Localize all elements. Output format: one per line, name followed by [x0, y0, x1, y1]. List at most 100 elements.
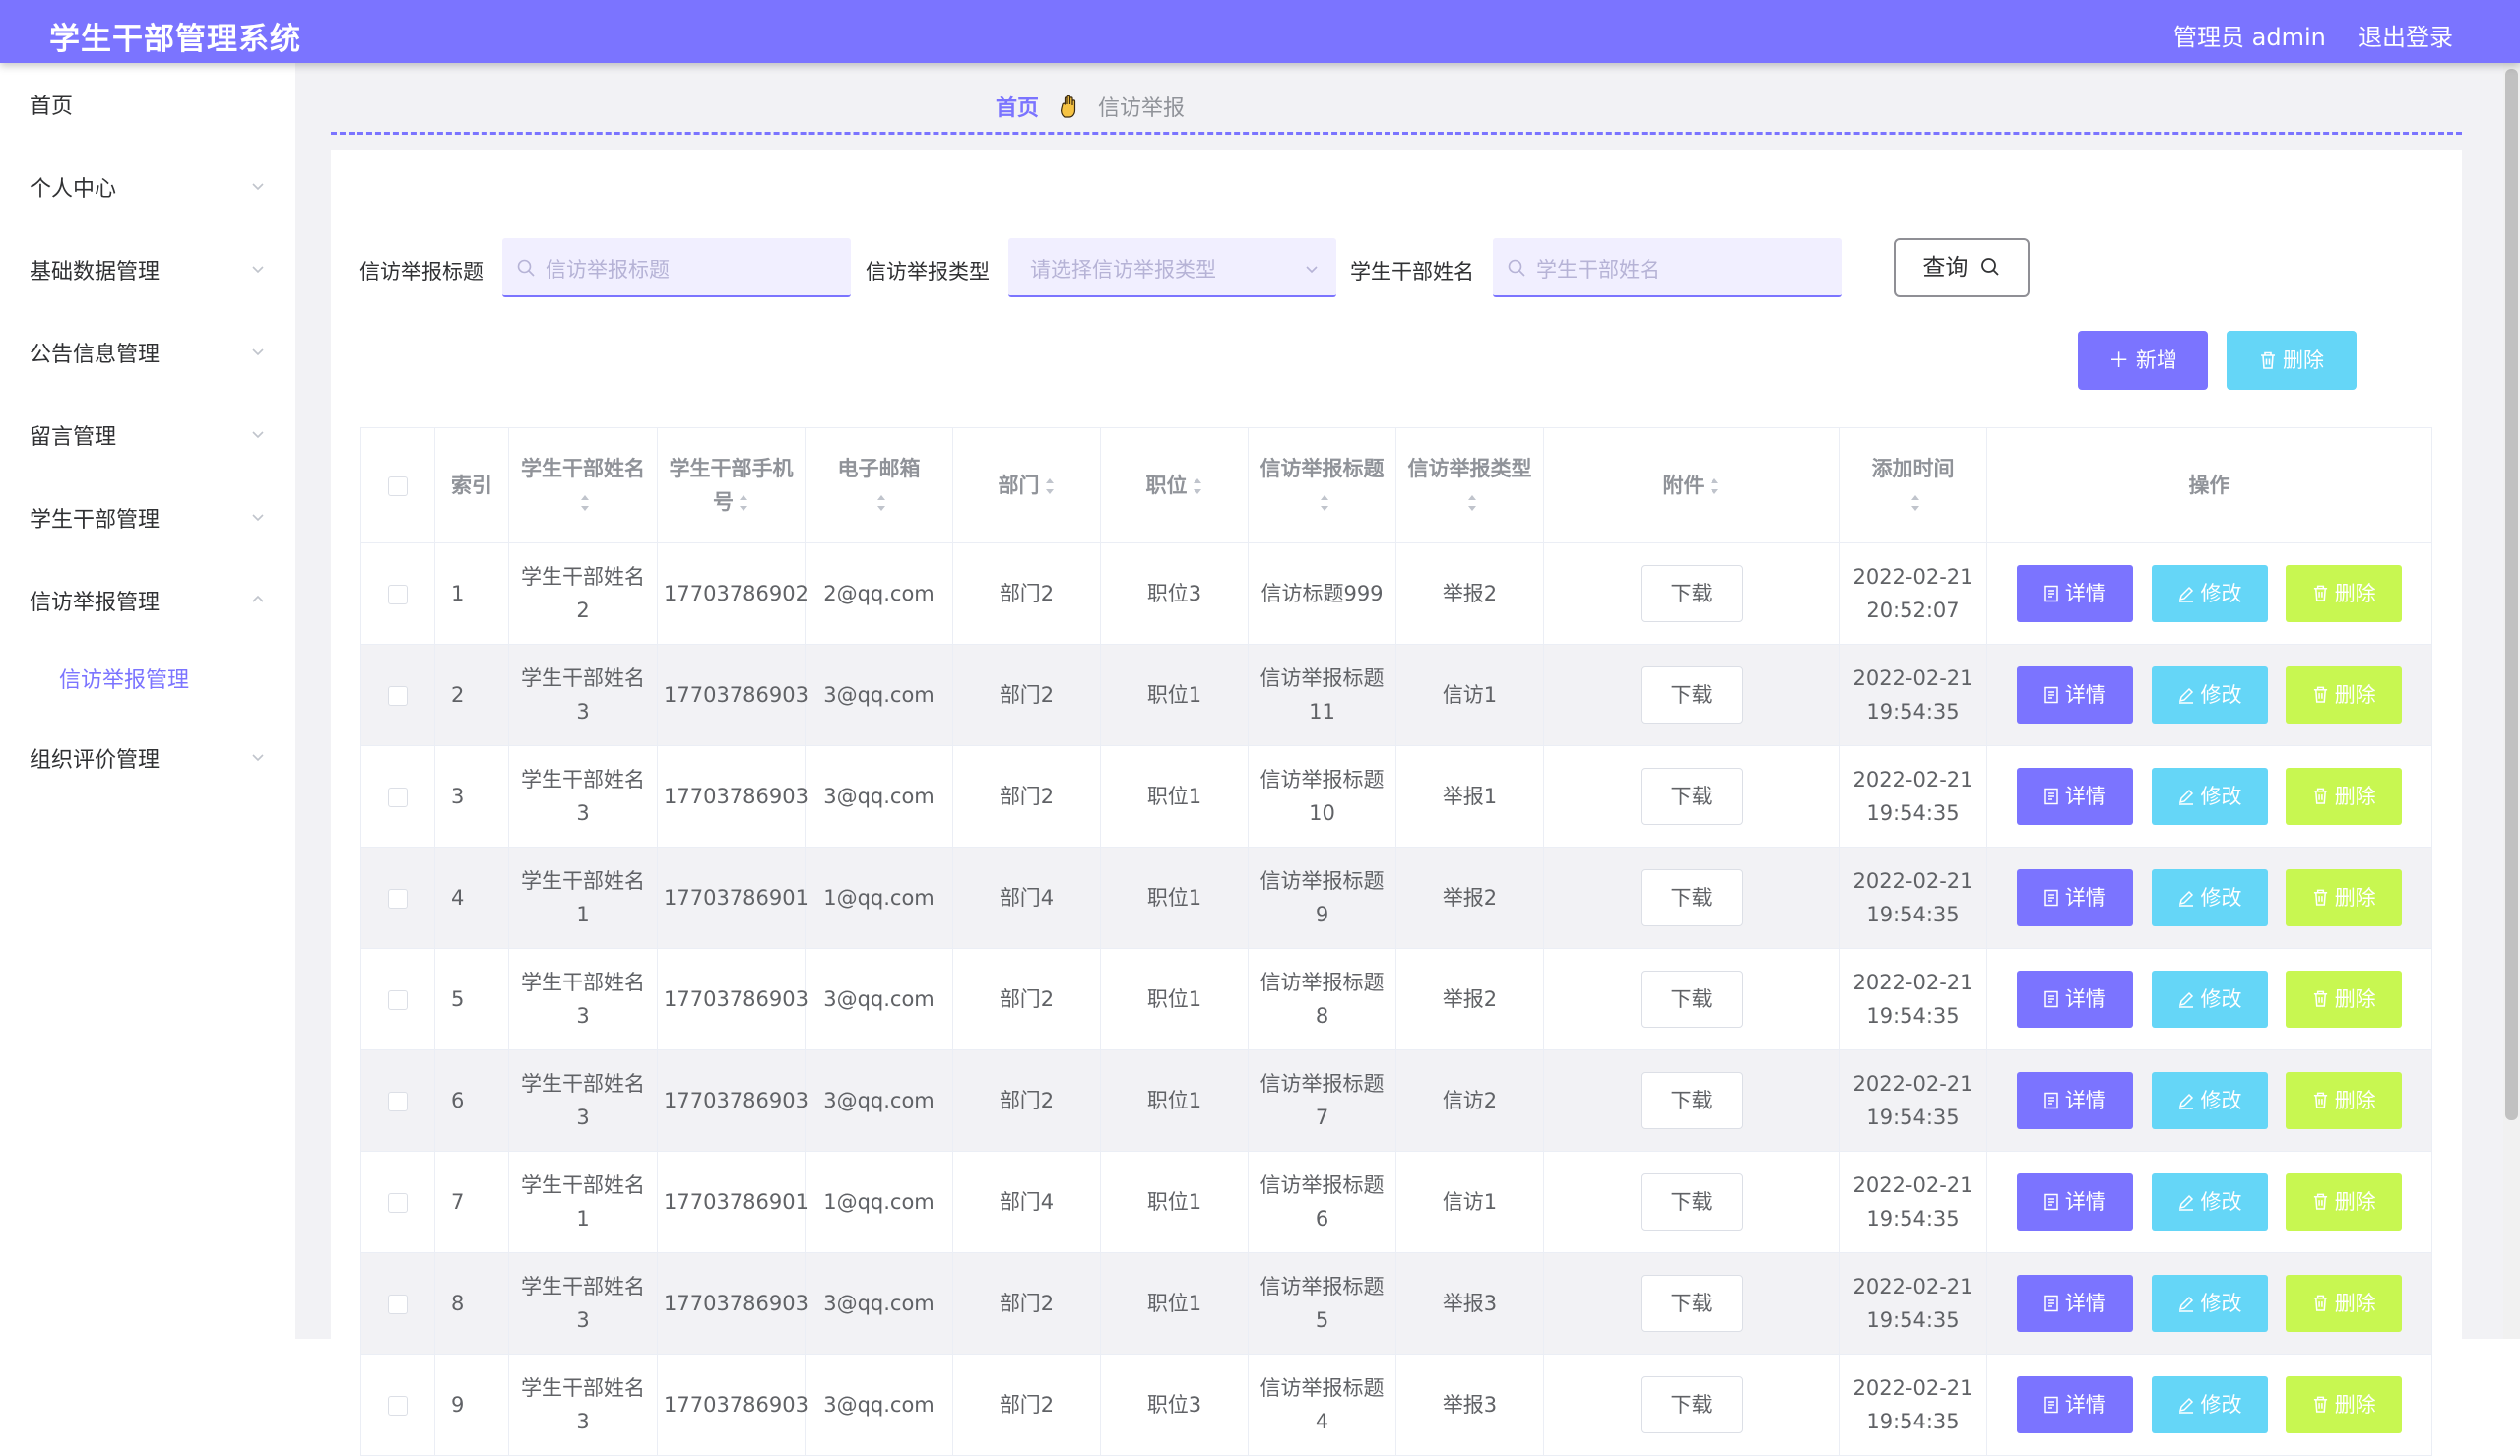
- row-select-cell[interactable]: [360, 1252, 435, 1355]
- sidebar-item-notice[interactable]: 公告信息管理: [30, 337, 271, 368]
- delete-button[interactable]: 删除: [2286, 768, 2403, 825]
- column-header-label: 电子邮箱: [837, 457, 921, 480]
- delete-button[interactable]: 删除: [2286, 971, 2403, 1028]
- sidebar-item-organization-evaluation[interactable]: 组织评价管理: [30, 742, 271, 774]
- logout-link[interactable]: 退出登录: [2358, 18, 2453, 52]
- row-checkbox[interactable]: [388, 1396, 408, 1416]
- cell-type: 举报2: [1395, 847, 1544, 949]
- detail-button[interactable]: 详情: [2016, 565, 2133, 622]
- row-select-cell[interactable]: [360, 745, 435, 848]
- column-header-label: 附件: [1662, 474, 1705, 497]
- delete-button[interactable]: 删除: [2286, 565, 2403, 622]
- add-button[interactable]: ＋ 新增: [2078, 331, 2208, 390]
- sort-icon[interactable]: [579, 492, 591, 514]
- row-checkbox[interactable]: [388, 990, 408, 1010]
- sidebar-item-petition-reports[interactable]: 信访举报管理: [30, 585, 271, 616]
- row-checkbox[interactable]: [388, 1295, 408, 1314]
- column-header-name[interactable]: 学生干部姓名: [508, 427, 658, 543]
- row-select-cell[interactable]: [360, 542, 435, 645]
- row-checkbox[interactable]: [388, 889, 408, 909]
- download-button[interactable]: 下载: [1640, 666, 1743, 724]
- edit-button[interactable]: 修改: [2151, 666, 2268, 724]
- download-button[interactable]: 下载: [1640, 768, 1743, 825]
- row-checkbox[interactable]: [388, 1092, 408, 1111]
- sidebar-item-home[interactable]: 首页: [30, 89, 271, 120]
- detail-button[interactable]: 详情: [2016, 1173, 2133, 1231]
- sidebar-item-messages[interactable]: 留言管理: [30, 419, 271, 451]
- column-header-email[interactable]: 电子邮箱: [805, 427, 953, 543]
- detail-button[interactable]: 详情: [2016, 1275, 2133, 1332]
- column-header-attachment[interactable]: 附件: [1543, 427, 1840, 543]
- cell-position: 职位1: [1100, 1151, 1249, 1253]
- row-checkbox[interactable]: [388, 585, 408, 604]
- row-select-cell[interactable]: [360, 1049, 435, 1152]
- column-header-time[interactable]: 添加时间: [1839, 427, 1987, 543]
- delete-button[interactable]: 删除: [2286, 1376, 2403, 1433]
- row-checkbox[interactable]: [388, 1193, 408, 1213]
- row-checkbox[interactable]: [388, 686, 408, 706]
- select-all-checkbox[interactable]: [388, 476, 408, 496]
- download-button[interactable]: 下载: [1640, 1072, 1743, 1129]
- sort-icon[interactable]: [1319, 492, 1330, 514]
- sidebar-subitem-petition-management[interactable]: 信访举报管理: [59, 663, 189, 694]
- type-select[interactable]: 请选择信访举报类型: [1008, 238, 1336, 297]
- delete-button[interactable]: 删除: [2286, 1275, 2403, 1332]
- column-header-title[interactable]: 信访举报标题: [1248, 427, 1396, 543]
- name-search-placeholder: 学生干部姓名: [1536, 258, 1660, 282]
- download-button[interactable]: 下载: [1640, 1275, 1743, 1332]
- sort-icon[interactable]: [1709, 475, 1720, 497]
- download-button[interactable]: 下载: [1640, 869, 1743, 926]
- row-select-cell[interactable]: [360, 847, 435, 949]
- row-select-cell[interactable]: [360, 1151, 435, 1253]
- sort-icon[interactable]: [1044, 475, 1056, 497]
- query-button[interactable]: 查询: [1894, 238, 2030, 297]
- detail-button[interactable]: 详情: [2016, 971, 2133, 1028]
- sidebar-item-personal-center[interactable]: 个人中心: [30, 171, 271, 203]
- delete-button[interactable]: 删除: [2286, 1173, 2403, 1231]
- edit-button[interactable]: 修改: [2151, 1275, 2268, 1332]
- edit-button[interactable]: 修改: [2151, 768, 2268, 825]
- cell-email: 3@qq.com: [805, 745, 953, 848]
- select-all-cell[interactable]: [360, 427, 435, 543]
- row-select-cell[interactable]: [360, 1354, 435, 1456]
- download-button[interactable]: 下载: [1640, 971, 1743, 1028]
- edit-button[interactable]: 修改: [2151, 1072, 2268, 1129]
- column-header-position[interactable]: 职位: [1100, 427, 1249, 543]
- app-title: 学生干部管理系统: [49, 22, 301, 57]
- detail-button[interactable]: 详情: [2016, 768, 2133, 825]
- delete-button[interactable]: 删除: [2286, 1072, 2403, 1129]
- sort-icon[interactable]: [1466, 492, 1478, 514]
- sort-icon[interactable]: [875, 492, 887, 514]
- detail-button[interactable]: 详情: [2016, 666, 2133, 724]
- sidebar-item-basic-data[interactable]: 基础数据管理: [30, 254, 271, 285]
- sort-icon[interactable]: [738, 492, 749, 514]
- sort-icon[interactable]: [1909, 492, 1921, 514]
- scrollbar-thumb[interactable]: [2505, 69, 2518, 1120]
- detail-button[interactable]: 详情: [2016, 869, 2133, 926]
- batch-delete-button[interactable]: 删除: [2227, 331, 2357, 390]
- edit-button[interactable]: 修改: [2151, 565, 2268, 622]
- edit-button[interactable]: 修改: [2151, 1173, 2268, 1231]
- detail-button[interactable]: 详情: [2016, 1072, 2133, 1129]
- row-checkbox[interactable]: [388, 788, 408, 807]
- column-header-phone[interactable]: 学生干部手机号: [657, 427, 806, 543]
- sidebar-item-student-cadres[interactable]: 学生干部管理: [30, 502, 271, 534]
- delete-button[interactable]: 删除: [2286, 666, 2403, 724]
- download-button[interactable]: 下载: [1640, 1173, 1743, 1231]
- sort-icon[interactable]: [1192, 475, 1203, 497]
- breadcrumb-home[interactable]: 首页: [996, 96, 1039, 121]
- name-search-input[interactable]: 学生干部姓名: [1493, 238, 1842, 297]
- row-select-cell[interactable]: [360, 644, 435, 746]
- edit-button[interactable]: 修改: [2151, 869, 2268, 926]
- cell-time: 2022-02-21 19:54:35: [1839, 1049, 1987, 1152]
- detail-button[interactable]: 详情: [2016, 1376, 2133, 1433]
- download-button[interactable]: 下载: [1640, 1376, 1743, 1433]
- row-select-cell[interactable]: [360, 948, 435, 1050]
- download-button[interactable]: 下载: [1640, 565, 1743, 622]
- edit-button[interactable]: 修改: [2151, 1376, 2268, 1433]
- edit-button[interactable]: 修改: [2151, 971, 2268, 1028]
- column-header-department[interactable]: 部门: [952, 427, 1101, 543]
- title-search-input[interactable]: 信访举报标题: [502, 238, 851, 297]
- delete-button[interactable]: 删除: [2286, 869, 2403, 926]
- column-header-type[interactable]: 信访举报类型: [1395, 427, 1544, 543]
